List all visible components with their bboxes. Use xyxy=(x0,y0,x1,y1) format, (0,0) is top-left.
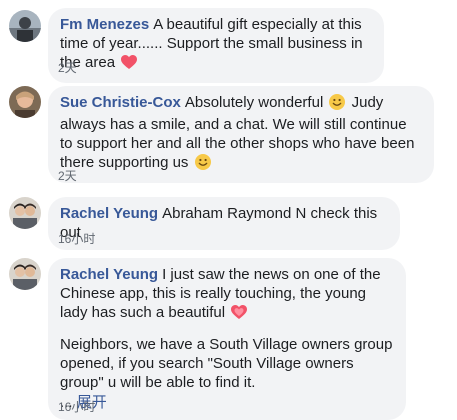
growing-heart-emoji-icon xyxy=(231,305,248,325)
comment-timestamp[interactable]: 2天 xyxy=(58,61,77,75)
heart-emoji-icon xyxy=(121,55,138,75)
avatar-photo xyxy=(9,10,41,42)
comment-author[interactable]: Rachel Yeung xyxy=(60,205,158,222)
smiley-emoji-icon xyxy=(329,94,346,115)
avatar-photo xyxy=(9,86,41,118)
comment-bubble: Fm Menezes A beautiful gift especially at… xyxy=(48,8,384,83)
comment-timestamp[interactable]: 16小时 xyxy=(58,400,95,414)
avatar[interactable] xyxy=(9,10,41,42)
comment-text: Absolutely wonderful xyxy=(184,94,324,111)
avatar[interactable] xyxy=(9,197,41,229)
comment-bubble: Sue Christie-Cox Absolutely wonderful Jud… xyxy=(48,86,434,183)
comment-text-paragraph: Neighbors, we have a South Village owner… xyxy=(60,336,393,391)
comment-author[interactable]: Fm Menezes xyxy=(60,16,149,33)
comment-timestamp[interactable]: 16小时 xyxy=(58,232,95,246)
avatar-photo xyxy=(9,197,41,229)
comment-author[interactable]: Rachel Yeung xyxy=(60,266,158,283)
comment-bubble: Rachel Yeung I just saw the news on one o… xyxy=(48,258,406,420)
avatar[interactable] xyxy=(9,86,41,118)
avatar[interactable] xyxy=(9,258,41,290)
comment-timestamp[interactable]: 2天 xyxy=(58,169,77,183)
comment-bubble: Rachel Yeung Abraham Raymond N check this… xyxy=(48,197,400,250)
comment-author[interactable]: Sue Christie-Cox xyxy=(60,94,181,111)
smiley-emoji-icon xyxy=(194,154,211,175)
avatar-photo xyxy=(9,258,41,290)
